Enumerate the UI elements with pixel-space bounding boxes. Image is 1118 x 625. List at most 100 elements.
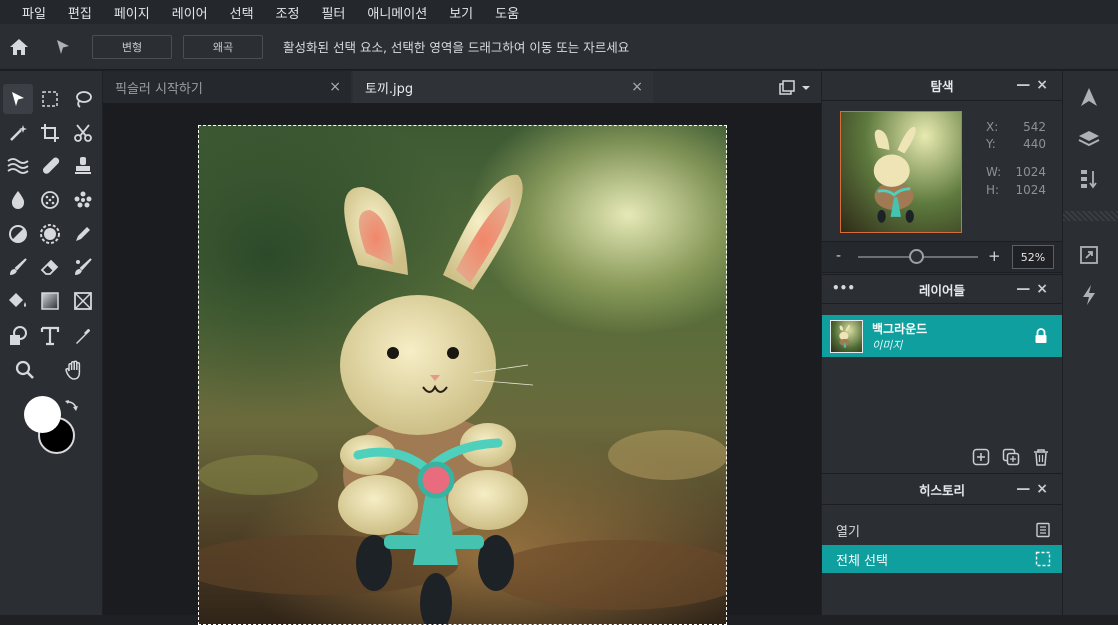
layer-name: 백그라운드 [872,322,928,336]
layers-controls[interactable]: —× [1016,281,1054,297]
close-icon[interactable]: × [1036,281,1054,297]
tools-panel [0,71,102,615]
zoom-input[interactable]: 52% [1012,245,1054,269]
text-tool-icon[interactable] [35,321,65,351]
magic-wand-tool-icon[interactable] [3,118,33,148]
layers-more-icon[interactable]: ••• [832,281,855,295]
menu-file[interactable]: 파일 [22,3,46,22]
selection-marquee [198,125,727,625]
pen-tool-icon[interactable] [68,219,98,249]
history-controls[interactable]: —× [1016,481,1054,497]
minimize-icon[interactable]: — [1016,281,1036,297]
replace-color-tool-icon[interactable] [68,252,98,282]
zoom-slider-handle[interactable] [909,249,925,264]
tab-close-icon[interactable]: × [329,79,341,95]
menu-select[interactable]: 선택 [230,3,254,22]
zoom-bar: - + 52% [822,241,1062,273]
options-bar: 변형 왜곡 활성화된 선택 요소, 선택한 영역을 드래그하여 이동 또는 자르… [0,24,1118,70]
delete-layer-icon[interactable] [1032,448,1050,466]
blur-tool-icon[interactable] [3,185,33,215]
history-panel-icon[interactable] [1077,167,1101,191]
fill-tool-icon[interactable] [3,286,33,316]
layer-item-background[interactable]: 백그라운드 이미지 [822,315,1062,357]
menu-page[interactable]: 페이지 [114,3,150,22]
smudge-tool-icon[interactable] [35,219,65,249]
menu-animation[interactable]: 애니메이션 [367,3,427,22]
move-tool-icon [52,36,74,58]
x-label: X: [986,120,999,134]
menu-adjust[interactable]: 조정 [276,3,300,22]
menu-edit[interactable]: 편집 [68,3,92,22]
x-value: 542 [1023,120,1046,134]
liquify-tool-icon[interactable] [3,151,33,181]
gradient-tool-icon[interactable] [35,286,65,316]
eraser-tool-icon[interactable] [35,252,65,282]
layers-title: 레이어들 [918,282,965,298]
hand-tool-icon[interactable] [60,355,90,385]
w-label: W: [986,165,1002,179]
tab-getting-started[interactable]: 픽슬러 시작하기 × [103,71,351,103]
dodge-burn-tool-icon[interactable] [3,219,33,249]
canvas-area[interactable] [103,103,821,625]
w-value: 1024 [1015,165,1046,179]
stamp-tool-icon[interactable] [68,151,98,181]
menu-bar: 파일 편집 페이지 레이어 선택 조정 필터 애니메이션 보기 도움 [0,0,1118,24]
minimize-icon[interactable]: — [1016,481,1036,497]
lock-icon[interactable] [1034,328,1048,344]
strip-divider [1063,211,1118,221]
zoom-in-button[interactable]: + [988,247,1001,265]
window-arrange-icon[interactable] [778,79,814,97]
arrange-tool-icon[interactable] [3,84,33,114]
menu-layer[interactable]: 레이어 [172,3,208,22]
tab-label: 토끼.jpg [365,81,414,97]
close-icon[interactable]: × [1036,481,1054,497]
quick-actions-icon[interactable] [1077,283,1101,307]
add-layer-icon[interactable] [972,448,990,466]
navigator-controls[interactable]: —× [1016,77,1054,93]
tab-rabbit-jpg[interactable]: 토끼.jpg × [353,71,653,103]
warp-button[interactable]: 왜곡 [183,34,263,59]
layers-panel-icon[interactable] [1077,127,1101,151]
h-label: H: [986,183,1000,197]
layer-thumbnail [830,320,863,353]
swap-colors-icon[interactable] [63,399,79,415]
heal-tool-icon[interactable] [35,151,65,181]
layers-header: ••• 레이어들 —× [822,274,1062,304]
navigator-title: 탐색 [930,79,954,94]
close-icon[interactable]: × [1036,77,1054,93]
crop-tool-icon[interactable] [35,118,65,148]
y-label: Y: [986,137,996,151]
menu-view[interactable]: 보기 [449,3,473,22]
history-item-label: 열기 [836,524,860,540]
foreground-color-swatch[interactable] [24,396,61,433]
pixel-tool-icon[interactable] [68,185,98,215]
lasso-tool-icon[interactable] [68,84,98,114]
y-value: 440 [1023,137,1046,151]
zoom-tool-icon[interactable] [10,355,40,385]
history-item-select-all[interactable]: 전체 선택 [822,545,1062,573]
history-item-open[interactable]: 열기 [822,516,1062,544]
history-header: 히스토리 —× [822,475,1062,505]
resize-panel-icon[interactable] [1077,243,1101,267]
hint-text: 활성화된 선택 요소, 선택한 영역을 드래그하여 이동 또는 자르세요 [283,40,630,55]
marquee-tool-icon[interactable] [35,84,65,114]
home-icon[interactable] [8,36,30,58]
duplicate-layer-icon[interactable] [1002,448,1020,466]
color-picker-tool-icon[interactable] [68,321,98,351]
navigator-panel-icon[interactable] [1077,85,1101,109]
navigator-thumbnail[interactable] [840,111,962,233]
transform-button[interactable]: 변형 [92,34,172,59]
zoom-out-button[interactable]: - [836,248,841,264]
draw-shape-tool-icon[interactable] [3,321,33,351]
right-panels: 탐색 —× X: 542 Y: 440 W: 1024 H: 1024 - + … [822,71,1062,615]
cut-tool-icon[interactable] [68,118,98,148]
minimize-icon[interactable]: — [1016,77,1036,93]
brush-tool-icon[interactable] [3,252,33,282]
sponge-tool-icon[interactable] [35,185,65,215]
h-value: 1024 [1015,183,1046,197]
tab-close-icon[interactable]: × [631,79,643,95]
history-title: 히스토리 [918,483,965,498]
menu-help[interactable]: 도움 [495,3,519,22]
shape-tool-icon[interactable] [68,286,98,316]
menu-filter[interactable]: 필터 [321,3,345,22]
